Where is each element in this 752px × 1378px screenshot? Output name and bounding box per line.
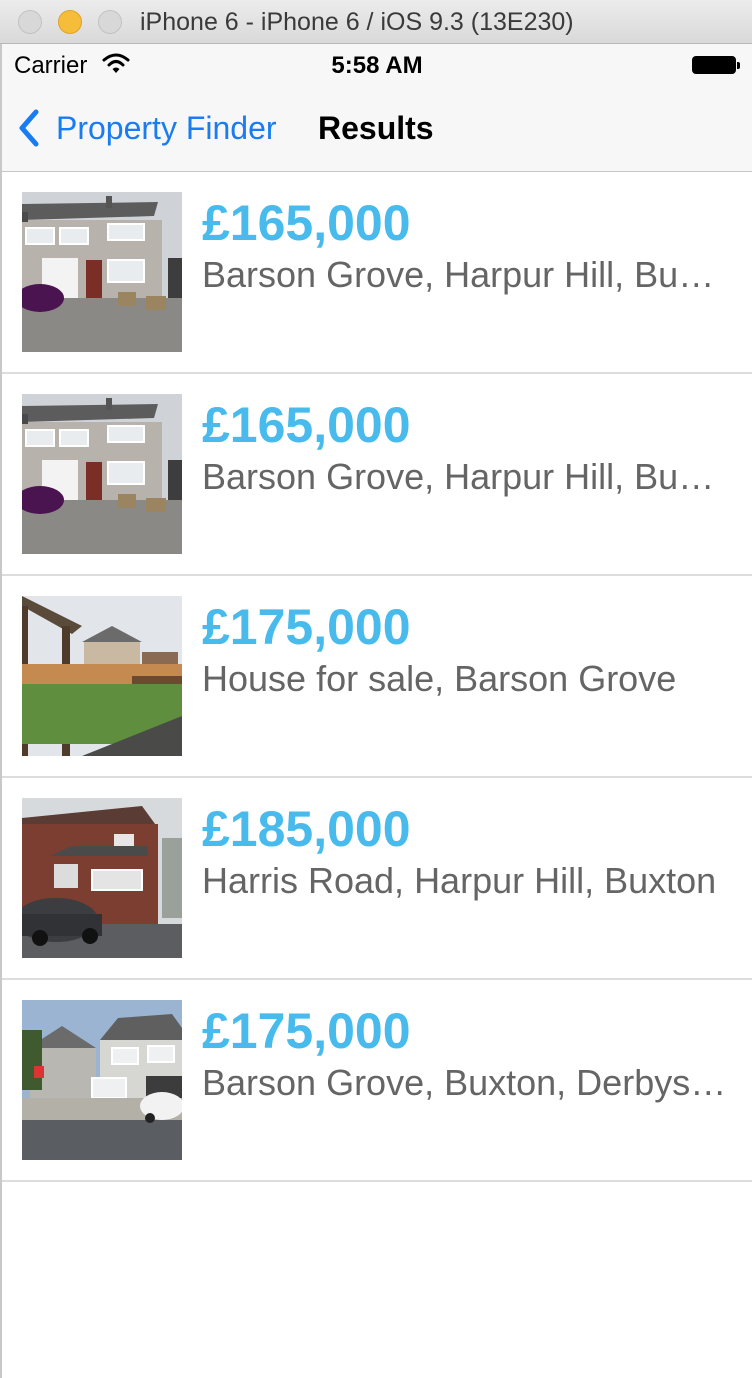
result-row[interactable]: £175,000 Barson Grove, Buxton, Derbyshir… (2, 980, 752, 1182)
status-time: 5:58 AM (331, 52, 423, 79)
property-thumbnail (22, 798, 182, 958)
window-close-button[interactable] (18, 10, 42, 34)
property-thumbnail (22, 394, 182, 554)
back-button-label: Property Finder (56, 109, 277, 146)
result-title: Barson Grove, Harpur Hill, Buxton (202, 456, 730, 497)
back-button[interactable]: Property Finder (16, 106, 277, 150)
window-zoom-button[interactable] (98, 10, 122, 34)
result-row[interactable]: £165,000 Barson Grove, Harpur Hill, Buxt… (2, 374, 752, 576)
simulator-titlebar: iPhone 6 - iPhone 6 / iOS 9.3 (13E230) (0, 0, 752, 44)
page-title: Results (318, 110, 434, 146)
result-title: Harris Road, Harpur Hill, Buxton (202, 860, 717, 901)
result-title: House for sale, Barson Grove (202, 658, 677, 699)
results-list: £165,000 Barson Grove, Harpur Hill, Buxt… (2, 172, 752, 1182)
result-row[interactable]: £175,000 House for sale, Barson Grove (2, 576, 752, 778)
result-price: £185,000 (202, 801, 411, 857)
property-thumbnail (22, 1000, 182, 1160)
property-thumbnail (22, 192, 182, 352)
result-price: £175,000 (202, 1003, 411, 1059)
device-screen: Carrier 5:58 AM Property Finder Results (2, 44, 752, 1378)
window-title: iPhone 6 - iPhone 6 / iOS 9.3 (13E230) (140, 8, 574, 36)
result-title: Barson Grove, Buxton, Derbyshire (202, 1062, 730, 1103)
chevron-left-icon (19, 109, 39, 147)
property-thumbnail (22, 596, 182, 756)
result-row[interactable]: £165,000 Barson Grove, Harpur Hill, Buxt… (2, 172, 752, 374)
result-row[interactable]: £185,000 Harris Road, Harpur Hill, Buxto… (2, 778, 752, 980)
window-minimize-button[interactable] (58, 10, 82, 34)
result-price: £175,000 (202, 599, 411, 655)
battery-icon (692, 56, 740, 74)
result-price: £165,000 (202, 397, 411, 453)
navigation-bar: Carrier 5:58 AM Property Finder Results (2, 44, 752, 172)
result-price: £165,000 (202, 195, 411, 251)
result-title: Barson Grove, Harpur Hill, Buxton (202, 254, 730, 295)
